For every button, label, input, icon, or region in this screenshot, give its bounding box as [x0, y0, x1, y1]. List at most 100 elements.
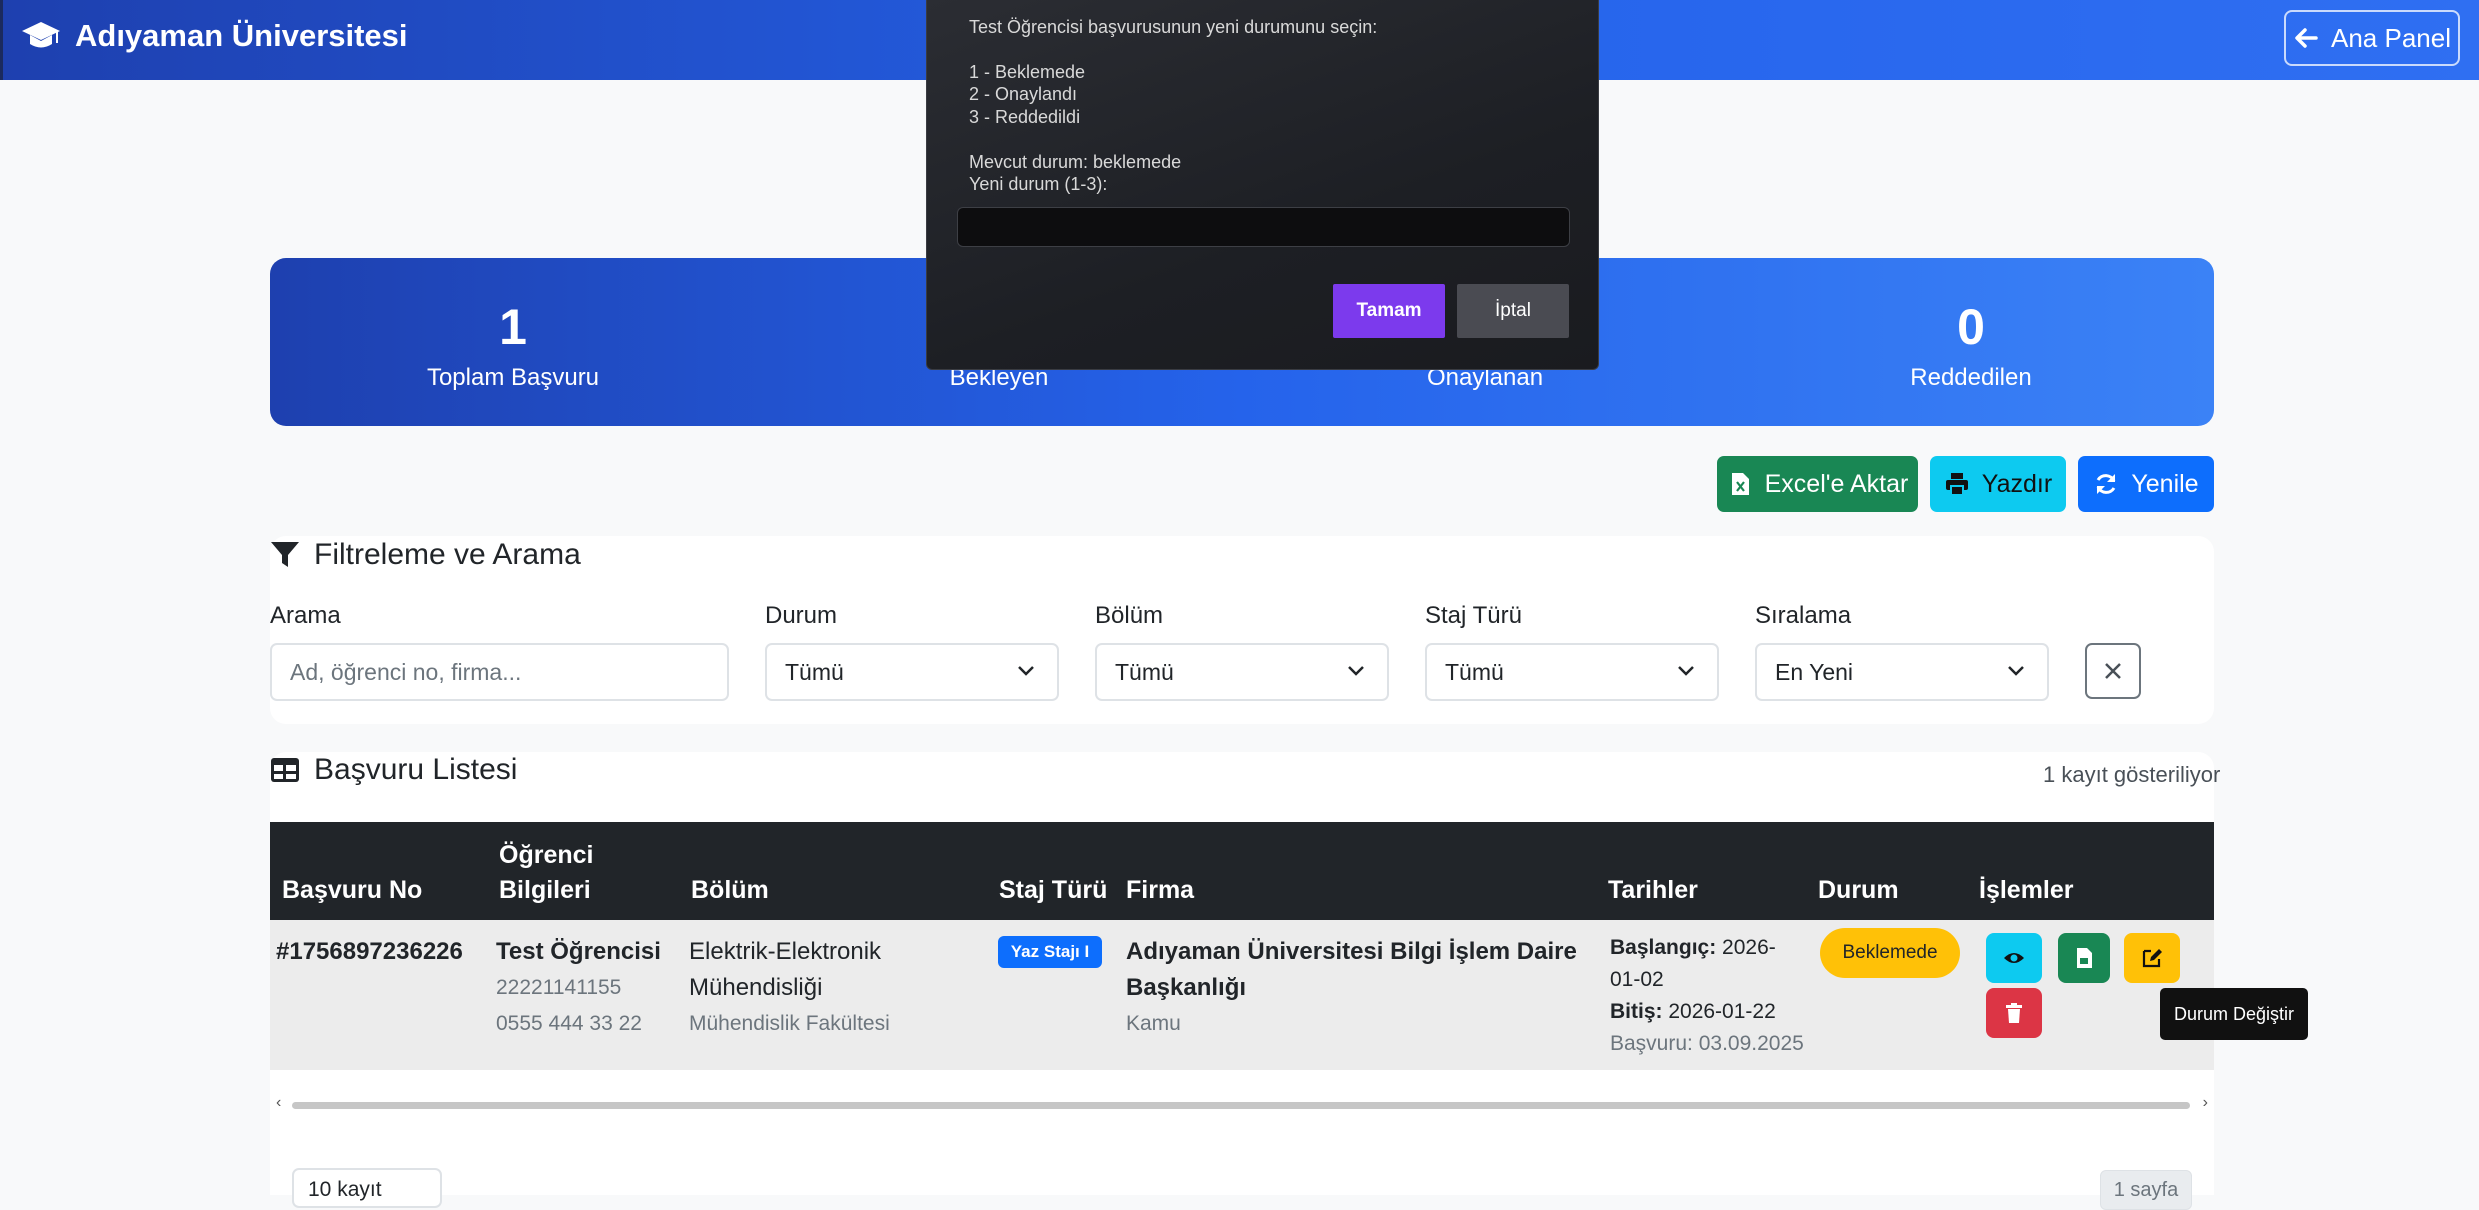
status-filter-select[interactable]: Tümü: [765, 643, 1059, 701]
list-title-text: Başvuru Listesi: [314, 753, 518, 786]
eye-icon: [2004, 953, 2024, 963]
file-pdf-icon: [2077, 948, 2092, 968]
printer-icon: [1945, 473, 1968, 496]
search-label: Arama: [270, 602, 341, 629]
stat-total-value: 1: [499, 299, 527, 355]
col-ogrenci-2: Bilgileri: [499, 876, 591, 904]
dialog-prompt: Yeni durum (1-3):: [969, 174, 1108, 194]
arrow-left-icon: [2295, 28, 2318, 48]
status-filter-value: Tümü: [785, 658, 844, 685]
refresh-button[interactable]: Yenile: [2078, 456, 2214, 512]
application-no: #1756897236226: [276, 938, 463, 965]
ana-panel-button[interactable]: Ana Panel: [2284, 10, 2460, 66]
chevron-down-icon: [1678, 666, 1694, 676]
horizontal-scrollbar[interactable]: ‹ ›: [270, 1090, 2214, 1120]
dialog-input[interactable]: [957, 207, 1570, 247]
filter-title-text: Filtreleme ve Arama: [314, 538, 581, 571]
type-filter-label: Staj Türü: [1425, 602, 1522, 629]
stat-rejected: 0 Reddedilen: [1728, 258, 2214, 426]
pdf-button[interactable]: [2058, 933, 2110, 983]
chevron-down-icon: [1018, 666, 1034, 676]
dialog-message: Test Öğrencisi başvurusunun yeni durumun…: [969, 17, 1378, 37]
stat-total: 1 Toplam Başvuru: [270, 258, 756, 426]
student-phone: 0555 444 33 22: [496, 1012, 642, 1035]
excel-export-button[interactable]: Excel'e Aktar: [1717, 456, 1918, 512]
col-firma: Firma: [1126, 876, 1195, 904]
col-islemler: İşlemler: [1979, 876, 2074, 904]
brand-title: Adıyaman Üniversitesi: [75, 18, 408, 53]
sort-label: Sıralama: [1755, 602, 1852, 629]
sort-value: En Yeni: [1775, 658, 1854, 685]
col-ogrenci-1: Öğrenci: [499, 841, 594, 869]
type-filter-select[interactable]: Tümü: [1425, 643, 1719, 701]
scroll-right-icon[interactable]: ›: [2203, 1094, 2208, 1112]
chevron-down-icon: [1348, 666, 1364, 676]
application-date: Başvuru: 03.09.2025: [1610, 1032, 1804, 1055]
dept-filter-select[interactable]: Tümü: [1095, 643, 1389, 701]
type-filter-value: Tümü: [1445, 658, 1504, 685]
tooltip: Durum Değiştir: [2160, 988, 2308, 1040]
company-type: Kamu: [1126, 1012, 1181, 1035]
stat-rejected-label: Reddedilen: [1910, 364, 2032, 391]
list-title: Başvuru Listesi: [270, 753, 517, 787]
dialog-option-3: 3 - Reddedildi: [969, 107, 1081, 127]
dialog-cancel-button[interactable]: İptal: [1457, 284, 1569, 338]
stat-total-label: Toplam Başvuru: [426, 364, 600, 391]
refresh-label: Yenile: [2131, 469, 2199, 498]
filter-icon: [271, 542, 299, 567]
company-line1: Adıyaman Üniversitesi Bilgi İşlem Daire: [1126, 938, 1577, 965]
sort-select[interactable]: En Yeni: [1755, 643, 2049, 701]
start-date-line1: Başlangıç: 2026-: [1610, 930, 1776, 966]
col-staj-turu: Staj Türü: [999, 876, 1108, 904]
dept-filter-value: Tümü: [1115, 658, 1174, 685]
col-tarihler: Tarihler: [1608, 876, 1698, 904]
page-info: 1 sayfa: [2100, 1170, 2192, 1210]
clear-filters-button[interactable]: [2085, 643, 2141, 699]
brand[interactable]: Adıyaman Üniversitesi: [21, 18, 408, 54]
start-date-value: 2026-: [1716, 936, 1776, 959]
page-size-select[interactable]: 10 kayıt: [292, 1168, 442, 1208]
student-name: Test Öğrencisi: [496, 938, 661, 965]
department-line1: Elektrik-Elektronik: [689, 938, 882, 965]
start-date-label: Başlangıç:: [1610, 936, 1717, 959]
table-header: Başvuru No Öğrenci Bilgileri Bölüm Staj …: [270, 822, 2214, 920]
trash-icon: [2006, 1003, 2022, 1023]
end-date-label: Bitiş:: [1610, 1000, 1663, 1023]
status-filter-label: Durum: [765, 602, 838, 629]
edit-icon: [2142, 949, 2162, 968]
graduation-cap-icon: [22, 22, 60, 48]
start-date-line2: 01-02: [1610, 968, 1664, 991]
close-icon: [2105, 663, 2121, 679]
prompt-dialog: Test Öğrencisi başvurusunun yeni durumun…: [926, 0, 1599, 370]
excel-export-label: Excel'e Aktar: [1764, 469, 1909, 498]
dialog-ok-button[interactable]: Tamam: [1333, 284, 1445, 338]
dialog-option-2: 2 - Onaylandı: [969, 84, 1078, 104]
stat-rejected-value: 0: [1957, 299, 1985, 355]
internship-type-badge: Yaz Stajı I: [998, 936, 1102, 968]
dialog-option-1: 1 - Beklemede: [969, 62, 1086, 82]
end-date: Bitiş: 2026-01-22: [1610, 994, 1776, 1030]
col-basvuru-no: Başvuru No: [282, 876, 423, 904]
scroll-left-icon[interactable]: ‹: [276, 1094, 281, 1112]
search-input[interactable]: Ad, öğrenci no, firma...: [270, 643, 729, 701]
end-date-value: 2026-01-22: [1662, 1000, 1776, 1023]
ana-panel-label: Ana Panel: [2331, 22, 2451, 53]
dept-filter-label: Bölüm: [1095, 602, 1164, 629]
file-excel-icon: [1731, 473, 1749, 495]
scroll-thumb[interactable]: [292, 1102, 2190, 1109]
view-button[interactable]: [1986, 933, 2042, 983]
col-durum: Durum: [1818, 876, 1899, 904]
table-icon: [271, 758, 299, 782]
filter-title: Filtreleme ve Arama: [270, 538, 581, 572]
student-number: 22221141155: [496, 976, 622, 999]
status-badge: Beklemede: [1820, 928, 1960, 978]
faculty: Mühendislik Fakültesi: [689, 1012, 890, 1035]
change-status-button[interactable]: [2124, 933, 2180, 983]
dialog-current-status: Mevcut durum: beklemede: [969, 152, 1182, 172]
print-button[interactable]: Yazdır: [1930, 456, 2066, 512]
print-label: Yazdır: [1981, 469, 2053, 498]
delete-button[interactable]: [1986, 988, 2042, 1038]
col-bolum: Bölüm: [691, 876, 769, 904]
chevron-down-icon: [2008, 666, 2024, 676]
company-line2: Başkanlığı: [1126, 974, 1247, 1001]
